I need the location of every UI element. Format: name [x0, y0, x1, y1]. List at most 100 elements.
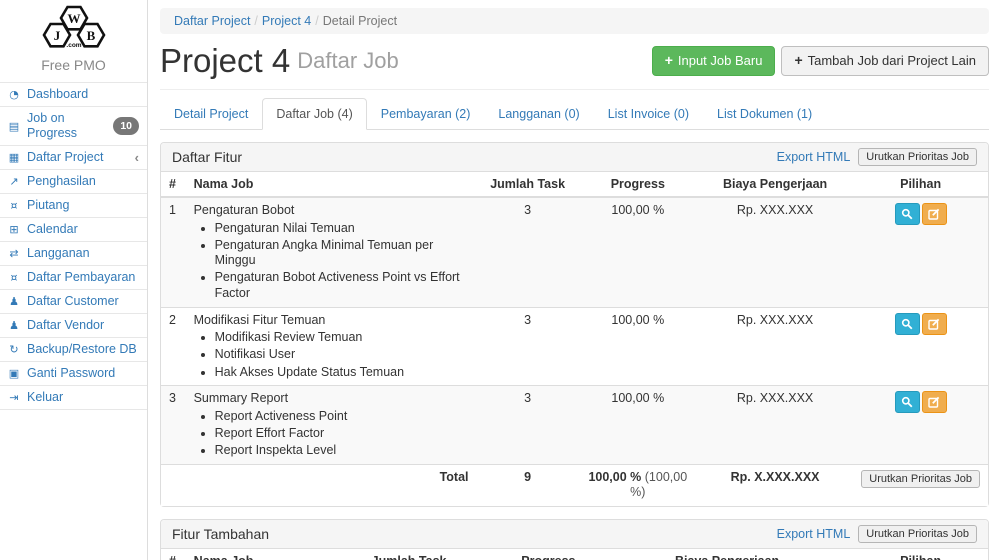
table-row: 3 Summary Report Report Activeness Point… [161, 386, 988, 465]
fitur-tambahan-table: # Nama Job Jumlah Task Progress Biaya Pe… [161, 549, 988, 560]
col-nama-job: Nama Job [186, 172, 477, 197]
task-count: 3 [477, 197, 579, 307]
table-row: 2 Modifikasi Fitur Temuan Modifikasi Rev… [161, 307, 988, 386]
total-label: Total [186, 464, 477, 506]
main-content: Daftar Project/Project 4/Detail Project … [148, 0, 1000, 560]
total-progress: 100,00 % (100,00 %) [579, 464, 697, 506]
cost-value: Rp. XXX.XXX [697, 197, 853, 307]
col-no: # [161, 172, 186, 197]
edit-pencil-icon [928, 208, 940, 220]
input-job-baru-button[interactable]: Input Job Baru [652, 46, 776, 77]
tab-detail-project[interactable]: Detail Project [160, 98, 262, 130]
sidebar-item-piutang[interactable]: ¤Piutang [0, 194, 147, 218]
tab-pembayaran[interactable]: Pembayaran (2) [367, 98, 485, 130]
money-icon: ¤ [7, 270, 21, 285]
repeat-icon: ⇄ [7, 246, 21, 261]
sidebar-item-langganan[interactable]: ⇄Langganan [0, 242, 147, 266]
edit-job-button[interactable] [922, 203, 947, 225]
subtask-item: Report Inspekta Level [215, 443, 469, 459]
svg-text:B: B [86, 28, 95, 43]
table-header-row: # Nama Job Jumlah Task Progress Biaya Pe… [161, 549, 988, 560]
breadcrumb-daftar-project[interactable]: Daftar Project [174, 14, 250, 28]
tambah-job-dari-project-lain-button[interactable]: Tambah Job dari Project Lain [781, 46, 989, 77]
sidebar-item-penghasilan[interactable]: ↗Penghasilan [0, 170, 147, 194]
page-header: Project 4 Daftar Job Input Job Baru Tamb… [160, 39, 989, 90]
users-icon: ♟ [7, 294, 21, 309]
export-html-link[interactable]: Export HTML [777, 150, 851, 164]
total-cost: Rp. X.XXX.XXX [697, 464, 853, 506]
svg-text:W: W [67, 11, 80, 26]
breadcrumb-separator: / [250, 14, 261, 28]
col-biaya-pengerjaan: Biaya Pengerjaan [697, 172, 853, 197]
tab-list-dokumen[interactable]: List Dokumen (1) [703, 98, 826, 130]
sidebar-item-backup-restore-db[interactable]: ↻Backup/Restore DB [0, 338, 147, 362]
row-number: 2 [161, 307, 186, 386]
subtask-item: Notifikasi User [215, 347, 469, 363]
sidebar-item-daftar-customer[interactable]: ♟Daftar Customer [0, 290, 147, 314]
app-logo[interactable]: W J B .com [0, 0, 147, 55]
sidebar-item-daftar-pembayaran[interactable]: ¤Daftar Pembayaran [0, 266, 147, 290]
urutkan-prioritas-job-button[interactable]: Urutkan Prioritas Job [861, 470, 980, 488]
sidebar-item-calendar[interactable]: ⊞Calendar [0, 218, 147, 242]
edit-job-button[interactable] [922, 313, 947, 335]
sidebar-item-keluar[interactable]: ⇥Keluar [0, 386, 147, 410]
job-name: Summary Report [194, 391, 288, 405]
breadcrumb-current: Detail Project [323, 14, 397, 28]
table-icon: ▦ [7, 150, 21, 165]
job-count-badge: 10 [113, 117, 139, 135]
col-progress: Progress [579, 172, 697, 197]
urutkan-prioritas-job-button[interactable]: Urutkan Prioritas Job [858, 148, 977, 166]
sidebar-item-job-on-progress[interactable]: ▤Job on Progress10 [0, 107, 147, 146]
tab-daftar-job[interactable]: Daftar Job (4) [262, 98, 366, 130]
tab-langganan[interactable]: Langganan (0) [484, 98, 593, 130]
sidebar-item-dashboard[interactable]: ◔Dashboard [0, 83, 147, 107]
jwb-logo-icon: W J B .com [26, 5, 122, 52]
panel-daftar-fitur-heading: Daftar Fitur Export HTML Urutkan Priorit… [161, 143, 988, 172]
tab-list-invoice[interactable]: List Invoice (0) [594, 98, 703, 130]
job-name-cell: Pengaturan Bobot Pengaturan Nilai Temuan… [186, 197, 477, 307]
sidebar-item-ganti-password[interactable]: ▣Ganti Password [0, 362, 147, 386]
col-jumlah-task: Jumlah Task [322, 549, 496, 560]
chevron-left-icon: ‹ [135, 153, 139, 163]
table-header-row: # Nama Job Jumlah Task Progress Biaya Pe… [161, 172, 988, 197]
export-html-link[interactable]: Export HTML [777, 527, 851, 541]
row-number: 3 [161, 386, 186, 465]
app-name: Free PMO [0, 57, 147, 73]
search-icon [901, 396, 913, 408]
subtask-item: Pengaturan Bobot Activeness Point vs Eff… [215, 270, 469, 301]
cost-value: Rp. XXX.XXX [697, 386, 853, 465]
total-row: Total 9 100,00 % (100,00 %) Rp. X.XXX.XX… [161, 464, 988, 506]
col-pilihan: Pilihan [853, 549, 988, 560]
cost-value: Rp. XXX.XXX [697, 307, 853, 386]
sidebar: W J B .com Free PMO ◔Dashboard ▤Job on P… [0, 0, 148, 560]
breadcrumb-project-4[interactable]: Project 4 [262, 14, 311, 28]
progress-value: 100,00 % [579, 307, 697, 386]
table-row: 1 Pengaturan Bobot Pengaturan Nilai Temu… [161, 197, 988, 307]
svg-text:J: J [53, 28, 60, 43]
money-icon: ¤ [7, 198, 21, 213]
subtask-item: Pengaturan Angka Minimal Temuan per Ming… [215, 238, 469, 269]
col-jumlah-task: Jumlah Task [477, 172, 579, 197]
urutkan-prioritas-job-button[interactable]: Urutkan Prioritas Job [858, 525, 977, 543]
total-tasks: 9 [477, 464, 579, 506]
progress-value: 100,00 % [579, 197, 697, 307]
view-job-button[interactable] [895, 391, 920, 413]
edit-job-button[interactable] [922, 391, 947, 413]
sidebar-nav: ◔Dashboard ▤Job on Progress10 ▦Daftar Pr… [0, 82, 147, 410]
panel-title: Daftar Fitur [172, 149, 242, 165]
col-pilihan: Pilihan [853, 172, 988, 197]
job-name: Pengaturan Bobot [194, 203, 295, 217]
edit-pencil-icon [928, 318, 940, 330]
daftar-fitur-table: # Nama Job Jumlah Task Progress Biaya Pe… [161, 172, 988, 506]
tasks-icon: ▤ [7, 119, 21, 134]
view-job-button[interactable] [895, 203, 920, 225]
sidebar-item-daftar-project[interactable]: ▦Daftar Project‹ [0, 146, 147, 170]
subtask-item: Report Effort Factor [215, 426, 469, 442]
view-job-button[interactable] [895, 313, 920, 335]
breadcrumb: Daftar Project/Project 4/Detail Project [160, 8, 989, 34]
col-progress: Progress [496, 549, 601, 560]
col-no: # [161, 549, 186, 560]
sidebar-item-daftar-vendor[interactable]: ♟Daftar Vendor [0, 314, 147, 338]
row-number: 1 [161, 197, 186, 307]
col-biaya-pengerjaan: Biaya Pengerjaan [601, 549, 853, 560]
